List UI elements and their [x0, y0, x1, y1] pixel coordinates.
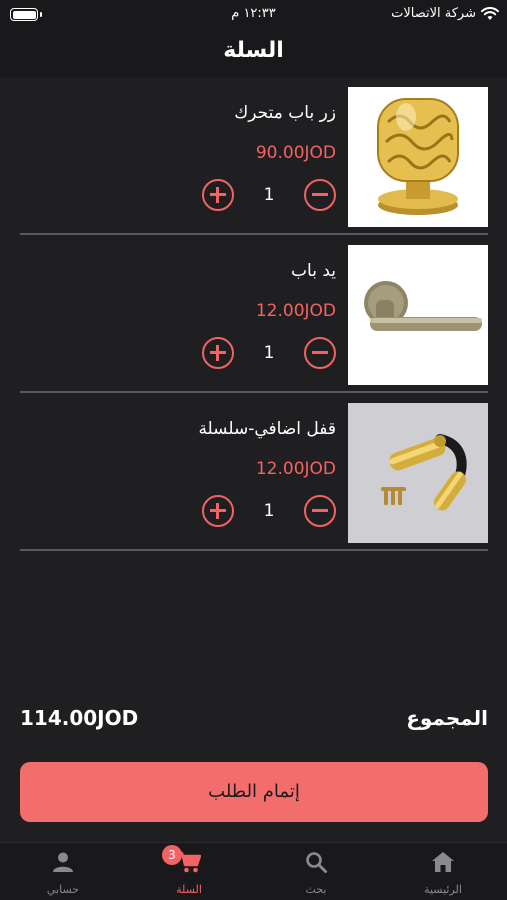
decrease-quantity-button[interactable]	[304, 337, 336, 369]
tab-label: بحث	[305, 883, 327, 896]
decrease-quantity-button[interactable]	[304, 179, 336, 211]
search-icon	[304, 850, 328, 874]
total-row: المجموع 114.00JOD	[20, 704, 488, 736]
header: السلة	[0, 30, 507, 77]
product-image[interactable]	[348, 403, 488, 543]
product-image[interactable]	[348, 245, 488, 385]
page-title: السلة	[223, 38, 284, 63]
checkout-button[interactable]: إتمام الطلب	[20, 762, 488, 822]
chain-lock-image	[381, 434, 467, 511]
product-price: 12.00JOD	[255, 459, 336, 479]
status-bar: ١٢:٣٣ م شركة الاتصالات	[0, 0, 507, 30]
tab-search[interactable]: بحث	[253, 843, 379, 900]
door-handle-image	[364, 281, 482, 331]
product-name: زر باب متحرك	[234, 103, 336, 123]
quantity-stepper: 1	[202, 177, 336, 213]
product-name: قفل اضافي-سلسلة	[198, 419, 336, 439]
person-icon	[51, 850, 75, 874]
decrease-quantity-button[interactable]	[304, 495, 336, 527]
wifi-icon	[481, 6, 499, 21]
product-price: 90.00JOD	[255, 143, 336, 163]
tab-cart[interactable]: 3 السلة	[126, 843, 252, 900]
product-image[interactable]	[348, 87, 488, 227]
cart-item: يد باب 12.00JOD 1	[20, 235, 488, 393]
status-carrier: شركة الاتصالات	[391, 6, 499, 21]
cart-count-badge: 3	[162, 845, 182, 865]
quantity-stepper: 1	[202, 335, 336, 371]
tab-bar: حسابي 3 السلة بحث الرئيسية	[0, 842, 507, 900]
checkout-label: إتمام الطلب	[208, 781, 300, 802]
total-label: المجموع	[406, 706, 488, 730]
carrier-name: شركة الاتصالات	[391, 6, 476, 21]
product-price: 12.00JOD	[255, 301, 336, 321]
product-name: يد باب	[291, 261, 336, 281]
tab-account[interactable]: حسابي	[0, 843, 126, 900]
total-value: 114.00JOD	[20, 706, 139, 730]
tab-home[interactable]: الرئيسية	[380, 843, 506, 900]
cart-item: زر باب متحرك 90.00JOD 1	[20, 77, 488, 235]
cart-item: قفل اضافي-سلسلة 12.00JOD 1	[20, 393, 488, 551]
tab-label: الرئيسية	[424, 883, 462, 896]
home-icon	[431, 850, 455, 874]
tab-label: حسابي	[46, 883, 80, 896]
door-knob-image	[377, 98, 459, 215]
tab-label: السلة	[176, 883, 202, 896]
quantity-stepper: 1	[202, 493, 336, 529]
cart-list: زر باب متحرك 90.00JOD 1 يد باب 12.00JOD …	[20, 77, 488, 551]
